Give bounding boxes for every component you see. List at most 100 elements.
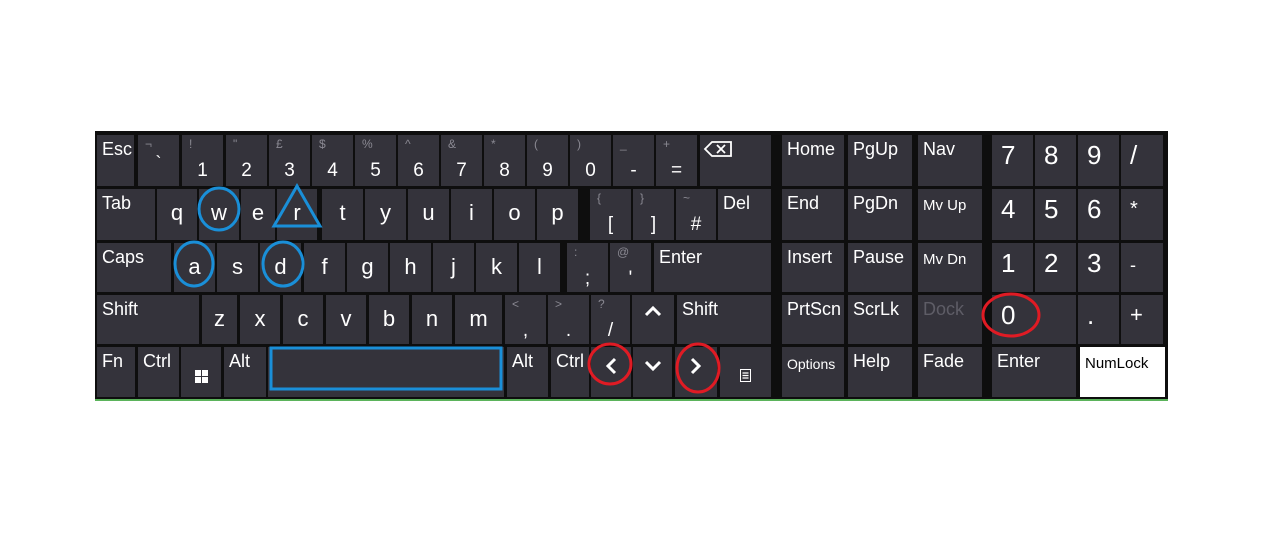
numpad-multiply[interactable]: * (1121, 189, 1163, 240)
numpad-divide[interactable]: / (1121, 135, 1163, 186)
key-g[interactable]: g (347, 243, 388, 292)
key-help[interactable]: Help (848, 347, 912, 397)
key-options[interactable]: Options (782, 347, 844, 397)
key-1[interactable]: ! 1 (182, 135, 223, 186)
key-menu[interactable] (720, 347, 771, 397)
key-c[interactable]: c (283, 295, 323, 344)
key-esc[interactable]: Esc (97, 135, 134, 186)
key-caps[interactable]: Caps (97, 243, 171, 292)
key-n[interactable]: n (412, 295, 452, 344)
key-slash[interactable]: ? / (591, 295, 630, 344)
key-enter[interactable]: Enter (654, 243, 771, 292)
key-nav[interactable]: Nav (918, 135, 982, 186)
key-pgdn[interactable]: PgDn (848, 189, 912, 240)
key-comma[interactable]: <, (505, 295, 546, 344)
key-s[interactable]: s (217, 243, 258, 292)
key-backtick[interactable]: ¬ ` (138, 135, 179, 186)
key-r[interactable]: r (277, 189, 317, 240)
numpad-6[interactable]: 6 (1078, 189, 1119, 240)
key-v[interactable]: v (326, 295, 366, 344)
numpad-3[interactable]: 3 (1078, 243, 1119, 292)
key-backspace[interactable] (700, 135, 771, 186)
numpad-decimal[interactable]: . (1078, 295, 1119, 344)
key-shift-left[interactable]: Shift (97, 295, 199, 344)
key-q[interactable]: q (157, 189, 197, 240)
key-ctrl-left[interactable]: Ctrl (138, 347, 179, 397)
key-l[interactable]: l (519, 243, 560, 292)
numpad-add[interactable]: + (1121, 295, 1163, 344)
key-6[interactable]: ^ 6 (398, 135, 439, 186)
key-m[interactable]: m (455, 295, 502, 344)
key-d[interactable]: d (260, 243, 301, 292)
key-prtscn[interactable]: PrtScn (782, 295, 844, 344)
key-k[interactable]: k (476, 243, 517, 292)
key-2[interactable]: " 2 (226, 135, 267, 186)
key-space[interactable] (268, 347, 504, 397)
key-equals-shift: + (663, 137, 671, 151)
key-4[interactable]: $4 (312, 135, 353, 186)
key-p[interactable]: p (537, 189, 578, 240)
key-alt-left[interactable]: Alt (224, 347, 266, 397)
key-t[interactable]: t (322, 189, 363, 240)
numpad-7[interactable]: 7 (992, 135, 1033, 186)
key-minus[interactable]: _ - (613, 135, 654, 186)
key-arrow-down[interactable] (633, 347, 672, 397)
numpad-2[interactable]: 2 (1035, 243, 1076, 292)
key-3[interactable]: £3 (269, 135, 310, 186)
key-fade[interactable]: Fade (918, 347, 982, 397)
key-pause[interactable]: Pause (848, 243, 912, 292)
key-semicolon[interactable]: :; (567, 243, 608, 292)
key-insert[interactable]: Insert (782, 243, 844, 292)
key-j[interactable]: j (433, 243, 474, 292)
numpad-4[interactable]: 4 (992, 189, 1033, 240)
key-h[interactable]: h (390, 243, 431, 292)
key-windows[interactable] (181, 347, 221, 397)
key-mv-dn[interactable]: Mv Dn (918, 243, 982, 292)
key-mv-up[interactable]: Mv Up (918, 189, 982, 240)
numpad-enter[interactable]: Enter (992, 347, 1076, 397)
key-0[interactable]: ) 0 (570, 135, 611, 186)
key-arrow-up[interactable] (632, 295, 674, 344)
key-period[interactable]: >. (548, 295, 589, 344)
key-tab[interactable]: Tab (97, 189, 155, 240)
key-i[interactable]: i (451, 189, 492, 240)
key-z[interactable]: z (202, 295, 237, 344)
numpad-9[interactable]: 9 (1078, 135, 1119, 186)
key-alt-right[interactable]: Alt (507, 347, 548, 397)
key-a[interactable]: a (174, 243, 215, 292)
numpad-0[interactable]: 0 (992, 295, 1076, 344)
key-x[interactable]: x (240, 295, 280, 344)
key-o[interactable]: o (494, 189, 535, 240)
key-e[interactable]: e (241, 189, 275, 240)
key-arrow-right[interactable] (675, 347, 717, 397)
key-scrlk[interactable]: ScrLk (848, 295, 912, 344)
key-7[interactable]: & 7 (441, 135, 482, 186)
key-9[interactable]: (9 (527, 135, 568, 186)
key-pgup[interactable]: PgUp (848, 135, 912, 186)
numpad-8[interactable]: 8 (1035, 135, 1076, 186)
key-hash[interactable]: ~ # (676, 189, 716, 240)
key-fn[interactable]: Fn (97, 347, 135, 397)
key-v-label: v (340, 306, 352, 331)
key-ctrl-right[interactable]: Ctrl (551, 347, 589, 397)
key-8[interactable]: * 8 (484, 135, 525, 186)
key-shift-right[interactable]: Shift (677, 295, 771, 344)
key-quote[interactable]: @ ' (610, 243, 651, 292)
key-w[interactable]: w (199, 189, 239, 240)
key-f[interactable]: f (304, 243, 345, 292)
key-del[interactable]: Del (718, 189, 771, 240)
key-bracket-open[interactable]: {[ (590, 189, 631, 240)
numpad-1[interactable]: 1 (992, 243, 1033, 292)
key-y[interactable]: y (365, 189, 406, 240)
key-numlock[interactable]: NumLock (1080, 347, 1165, 397)
numpad-5[interactable]: 5 (1035, 189, 1076, 240)
key-bracket-close[interactable]: }] (633, 189, 674, 240)
key-5[interactable]: % 5 (355, 135, 396, 186)
numpad-subtract[interactable]: - (1121, 243, 1163, 292)
key-b[interactable]: b (369, 295, 409, 344)
key-u[interactable]: u (408, 189, 449, 240)
key-end[interactable]: End (782, 189, 844, 240)
key-arrow-left[interactable] (591, 347, 631, 397)
key-equals[interactable]: + = (656, 135, 697, 186)
key-home[interactable]: Home (782, 135, 844, 186)
